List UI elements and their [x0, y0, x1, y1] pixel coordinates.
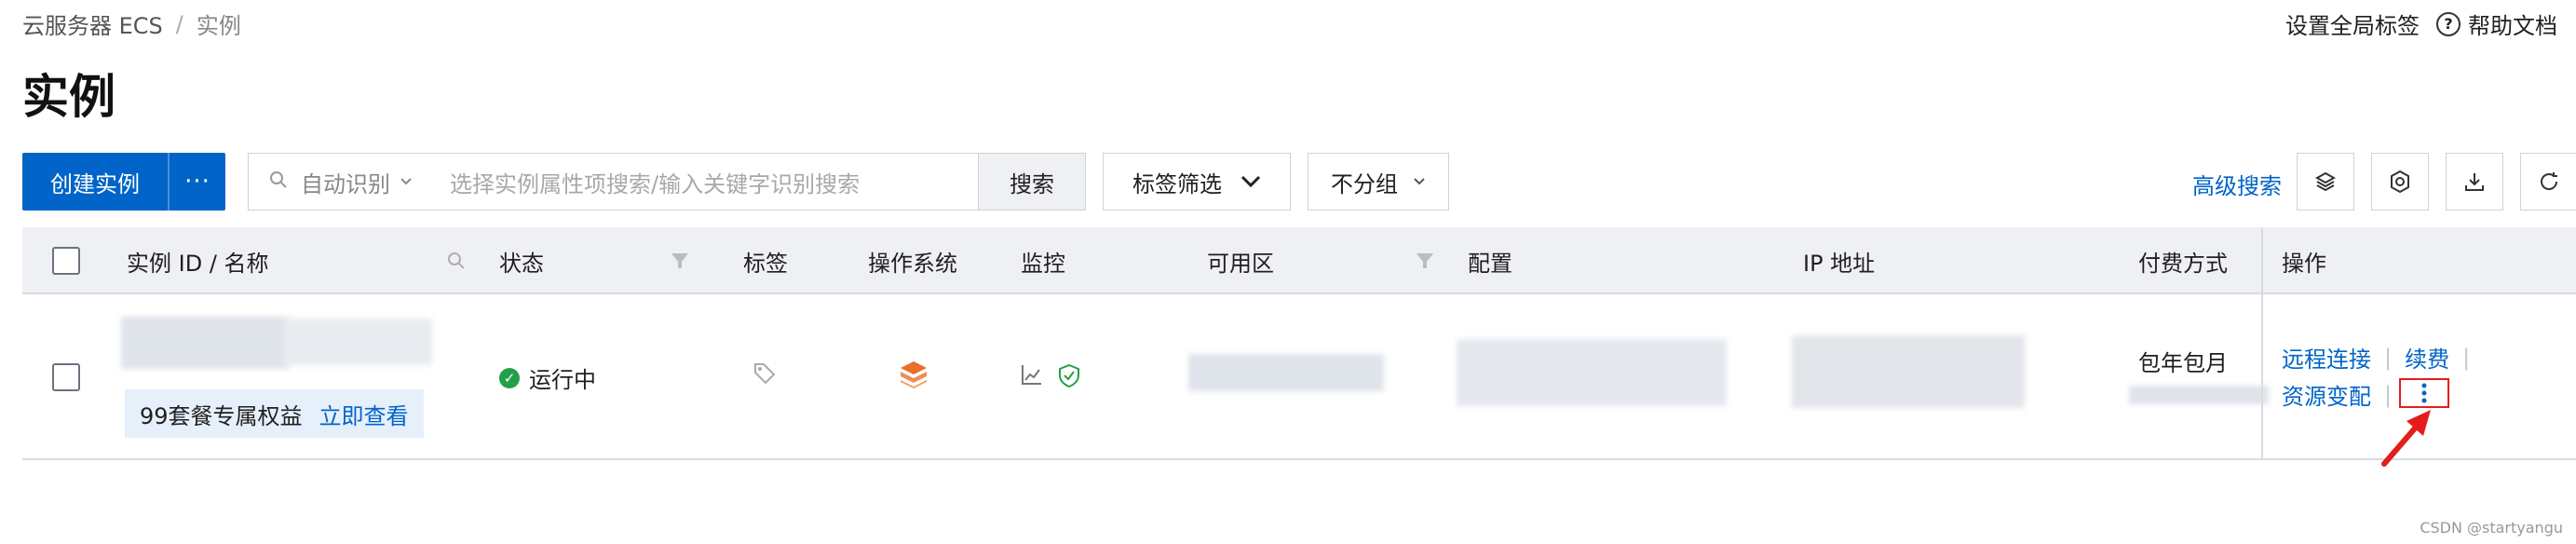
remote-connect-link[interactable]: 远程连接 [2282, 341, 2371, 374]
watermark: CSDN @startyangu [2420, 519, 2563, 537]
header-billing: 付费方式 [2138, 250, 2228, 277]
actions-row-1: 远程连接 | 续费 | [2282, 341, 2470, 374]
create-instance-button[interactable]: 创建实例 [22, 153, 169, 211]
header-config: 配置 [1468, 250, 1512, 277]
ip-redacted [1792, 335, 2025, 408]
header-id-name: 实例 ID / 名称 [127, 250, 269, 277]
table-row: ✓ 运行中 包年包月 99套餐专属权益 立即查看 [22, 294, 2576, 460]
layers-button[interactable] [2297, 153, 2354, 211]
global-tags-link[interactable]: 设置全局标签 [2285, 7, 2420, 40]
zone-filter-icon[interactable] [1416, 227, 1434, 294]
status-cell: ✓ 运行中 [499, 361, 596, 394]
download-icon [2465, 173, 2484, 191]
group-select-label: 不分组 [1331, 170, 1398, 197]
help-icon: ? [2436, 11, 2461, 36]
action-separator: | [2384, 344, 2393, 371]
status-text: 运行中 [529, 367, 596, 393]
header-zone: 可用区 [1207, 250, 1274, 277]
billing-type: 包年包月 [2138, 350, 2228, 376]
breadcrumb: 云服务器 ECS / 实例 [22, 7, 241, 40]
os-icon [898, 360, 929, 395]
annotation-arrow-icon [2381, 410, 2431, 467]
page-title: 实例 [22, 70, 115, 124]
actions-row-2: 资源变配 | [2282, 378, 2392, 411]
advanced-search-link[interactable]: 高级搜索 [2192, 168, 2282, 200]
more-actions-button[interactable]: ··· [169, 153, 225, 211]
header-os: 操作系统 [868, 250, 957, 277]
header-monitor: 监控 [1021, 250, 1065, 277]
search-box[interactable]: 自动识别 选择实例属性项搜索/输入关键字识别搜索 [248, 153, 1086, 211]
chevron-down-icon [1414, 178, 1425, 185]
status-filter-icon[interactable] [671, 227, 689, 294]
chart-line-icon[interactable] [1021, 363, 1043, 386]
chevron-down-icon [400, 178, 412, 185]
header-actions: 操作 [2282, 250, 2326, 277]
row-checkbox[interactable] [52, 363, 80, 391]
tag-filter-label: 标签筛选 [1132, 170, 1222, 197]
monitor-cell [1021, 363, 1080, 388]
breadcrumb-root[interactable]: 云服务器 ECS [22, 7, 163, 40]
checkbox[interactable] [52, 247, 80, 275]
search-input[interactable]: 选择实例属性项搜索/输入关键字识别搜索 [450, 166, 860, 198]
promo-banner: 99套餐专属权益 立即查看 [125, 389, 424, 438]
header-ip: IP 地址 [1803, 250, 1876, 277]
breadcrumb-current: 实例 [196, 13, 241, 39]
select-all-checkbox[interactable] [52, 227, 80, 294]
download-button[interactable] [2446, 153, 2503, 211]
header-tags: 标签 [743, 250, 788, 277]
chevron-down-icon [1241, 175, 1261, 188]
action-separator: | [2462, 344, 2471, 371]
auto-detect-label: 自动识别 [301, 170, 390, 197]
action-separator: | [2384, 381, 2393, 408]
header-status: 状态 [499, 250, 544, 277]
search-button[interactable]: 搜索 [978, 153, 1086, 211]
tag-icon[interactable] [752, 361, 777, 391]
breadcrumb-separator: / [175, 10, 183, 37]
refresh-icon [2540, 172, 2557, 190]
zone-redacted [1188, 354, 1384, 391]
instance-id-redacted [121, 317, 289, 369]
settings-button[interactable] [2371, 153, 2429, 211]
auto-detect-select[interactable]: 自动识别 [301, 166, 413, 198]
tag-filter-button[interactable]: 标签筛选 [1103, 153, 1291, 211]
check-circle-icon: ✓ [499, 367, 520, 388]
expiry-redacted [2129, 386, 2269, 404]
create-instance-button-group: 创建实例 ··· [22, 153, 225, 211]
resize-resource-link[interactable]: 资源变配 [2282, 378, 2371, 411]
more-actions-kebab-button[interactable] [2399, 378, 2449, 408]
layers-icon [2314, 171, 2337, 192]
promo-text: 99套餐专属权益 [140, 402, 303, 429]
top-right-links: 设置全局标签 ? 帮助文档 [2285, 7, 2557, 40]
instance-name-redacted [283, 319, 432, 365]
help-docs-label: 帮助文档 [2468, 13, 2557, 39]
checkbox[interactable] [52, 363, 80, 391]
promo-view-link[interactable]: 立即查看 [319, 398, 409, 430]
refresh-button[interactable] [2520, 153, 2576, 211]
renew-link[interactable]: 续费 [2405, 341, 2449, 374]
search-icon [269, 169, 288, 195]
group-select[interactable]: 不分组 [1308, 153, 1449, 211]
config-redacted [1457, 339, 1727, 406]
id-search-icon[interactable] [447, 227, 466, 294]
shield-check-icon[interactable] [1058, 363, 1080, 388]
kebab-menu-icon [2421, 383, 2427, 403]
gear-icon [2391, 170, 2409, 194]
help-docs-link[interactable]: ? 帮助文档 [2436, 7, 2557, 40]
table-header: 实例 ID / 名称 状态 标签 操作系统 监控 可用区 配置 IP 地址 付费… [22, 227, 2576, 294]
